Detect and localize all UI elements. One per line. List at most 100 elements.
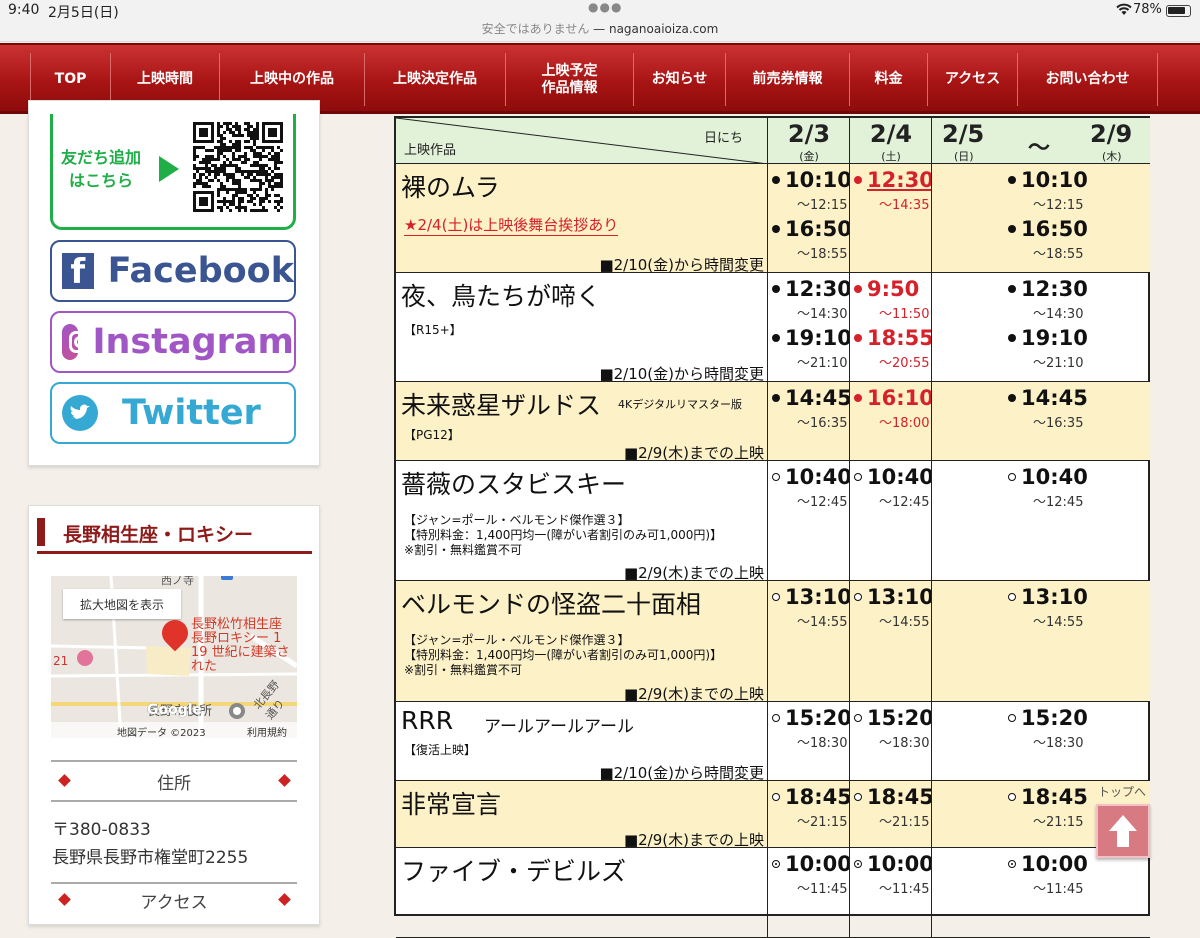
showtime-end: ～12:45: [797, 495, 848, 510]
nav-item[interactable]: アクセス: [928, 53, 1018, 106]
date-label: 日にち: [704, 131, 744, 146]
event-note[interactable]: ★2/4(土)は上映後舞台挨拶あり: [404, 214, 619, 236]
showtime-start[interactable]: 15:20: [1021, 706, 1088, 730]
nav-item[interactable]: 上映予定 作品情報: [506, 53, 634, 106]
showtime-start[interactable]: 10:00: [785, 852, 849, 876]
showtime-marker-icon: [854, 394, 862, 402]
twitter-button[interactable]: Twitter: [50, 382, 296, 444]
nav-item[interactable]: 料金: [850, 53, 928, 106]
col2-day: (土): [881, 150, 901, 163]
film-title[interactable]: RRR: [401, 706, 453, 735]
film-cell[interactable]: 薔薇のスタビスキー【ジャン=ポール・ベルモンド傑作選３】 【特別料金：1,400…: [396, 461, 768, 581]
showtime-start[interactable]: 10:40: [785, 465, 849, 489]
film-cell[interactable]: 未来惑星ザルドス 4Kデジタルリマスター版 【PG12】 ■2/9(木)までの上映: [396, 382, 768, 461]
google-logo: Google: [147, 702, 203, 718]
showtime-start[interactable]: 10:00: [1021, 852, 1088, 876]
nav-item[interactable]: お問い合わせ: [1018, 53, 1158, 106]
showtime-start[interactable]: 16:10: [867, 386, 931, 410]
showtime-end: ～12:15: [1033, 198, 1084, 213]
showtime-end: ～11:45: [797, 882, 848, 897]
showtime-marker-icon: [772, 473, 780, 481]
showtime-start[interactable]: 12:30: [785, 277, 849, 301]
address-bar[interactable]: 安全ではありません — naganoaioiza.com: [0, 20, 1200, 37]
showtime-start[interactable]: 15:20: [867, 706, 931, 730]
showtime-marker-icon: [854, 714, 862, 722]
more-dots-icon[interactable]: ●●●: [588, 0, 622, 14]
showtime-end: ～14:55: [1033, 615, 1084, 630]
showtime-marker-icon: [1008, 593, 1016, 601]
film-note: 【ジャン=ポール・ベルモンド傑作選３】 【特別料金：1,400円均一(障がい者割…: [404, 513, 723, 557]
nav-item[interactable]: お知らせ: [634, 53, 726, 106]
route-number: 21: [53, 654, 69, 668]
film-cell[interactable]: RRR アールアールアール 【復活上映】 ■2/10(金)から時間変更: [396, 702, 768, 781]
showtime-end: ～12:45: [1033, 495, 1084, 510]
film-title[interactable]: 薔薇のスタビスキー: [401, 465, 626, 501]
address-heading: 住所: [157, 774, 191, 794]
film-title[interactable]: 非常宣言: [401, 785, 501, 821]
map-terms-link[interactable]: 利用規約: [247, 724, 287, 738]
showtime-start[interactable]: 13:10: [785, 585, 849, 609]
showtime-end: ～21:10: [1033, 356, 1084, 371]
film-cell[interactable]: 裸のムラ ★2/4(土)は上映後舞台挨拶あり ■2/10(金)から時間変更: [396, 164, 768, 273]
showtime-start[interactable]: 19:10: [785, 326, 849, 350]
film-title[interactable]: ファイブ・デビルズ: [401, 852, 626, 888]
showtime-start[interactable]: 16:50: [785, 217, 849, 241]
film-note: 【PG12】: [404, 428, 460, 442]
instagram-icon: [62, 324, 91, 360]
showtime-end: ～14:30: [1033, 307, 1084, 322]
facebook-button[interactable]: f Facebook: [50, 240, 296, 302]
showtime-end: ～18:55: [1033, 247, 1084, 262]
showtime-marker-icon: [1008, 473, 1016, 481]
schedule-table: 上映作品 日にち 2/3 (金) 2/4 (土) 2/5 (日) ～ 2/9 (…: [394, 116, 1150, 938]
showtime-cell: 10:40 ～12:45: [850, 461, 932, 581]
showtime-end: ～20:55: [879, 356, 930, 371]
showtime-start[interactable]: 10:10: [785, 168, 849, 192]
showtime-start[interactable]: 18:45: [785, 785, 849, 809]
showtime-start[interactable]: 10:40: [1021, 465, 1088, 489]
showtime-start[interactable]: 13:10: [1021, 585, 1088, 609]
nav-item[interactable]: 上映中の作品: [220, 53, 365, 106]
film-cell[interactable]: 夜、鳥たちが啼く 【R15+】 ■2/10(金)から時間変更: [396, 273, 768, 382]
nav-item[interactable]: 上映時間: [111, 53, 220, 106]
status-bar: 9:40 2月5日(日) ●●● 安全ではありません — naganoaioiz…: [0, 0, 1200, 42]
showtime-start[interactable]: 14:45: [785, 386, 849, 410]
film-title[interactable]: 未来惑星ザルドス: [401, 386, 601, 422]
film-title[interactable]: 夜、鳥たちが啼く: [401, 277, 601, 313]
showtime-start[interactable]: 18:45: [867, 785, 931, 809]
film-note: 【復活上映】: [404, 743, 477, 757]
google-map[interactable]: 西ノ寺 拡大地図を表示 長野松竹相生座 長野ロキシー 1 19 世紀に建築された…: [51, 576, 297, 738]
film-cell[interactable]: ファイブ・デビルズ: [396, 848, 768, 938]
showtime-start[interactable]: 18:55: [867, 326, 931, 350]
col2-date: 2/4: [869, 120, 913, 148]
showtime-cell: 14:45 ～16:35: [932, 382, 1150, 461]
film-title[interactable]: ベルモンドの怪盗二十面相: [401, 585, 701, 621]
showtime-start[interactable]: 9:50: [867, 277, 919, 301]
showtime-start[interactable]: 14:45: [1021, 386, 1088, 410]
url-text: naganoaioiza.com: [608, 22, 719, 36]
nav-item[interactable]: TOP: [31, 53, 111, 106]
showtime-start[interactable]: 10:10: [1021, 168, 1088, 192]
nav-item[interactable]: 上映決定作品: [365, 53, 506, 106]
showtime-start[interactable]: 16:50: [1021, 217, 1088, 241]
film-title[interactable]: 裸のムラ: [401, 168, 500, 204]
showtime-start[interactable]: 10:00: [867, 852, 931, 876]
schedule-change-note: ■2/9(木)までの上映: [623, 685, 764, 702]
back-to-top-button[interactable]: [1096, 804, 1150, 858]
nav-item[interactable]: 前売券情報: [726, 53, 850, 106]
showtime-start[interactable]: 18:45: [1021, 785, 1088, 809]
showtime-start[interactable]: 10:40: [867, 465, 931, 489]
line-friend-box[interactable]: 友だち追加 はこちら: [50, 114, 296, 230]
showtime-start[interactable]: 12:30: [867, 168, 931, 192]
showtime-start[interactable]: 15:20: [785, 706, 849, 730]
film-cell[interactable]: ベルモンドの怪盗二十面相【ジャン=ポール・ベルモンド傑作選３】 【特別料金：1,…: [396, 581, 768, 702]
showtime-marker-icon: [1008, 334, 1016, 342]
film-cell[interactable]: 非常宣言 ■2/9(木)までの上映: [396, 781, 768, 848]
enlarge-map-button[interactable]: 拡大地図を表示: [63, 589, 181, 619]
film-note: 【R15+】: [404, 323, 462, 337]
showtime-start[interactable]: 12:30: [1021, 277, 1088, 301]
showtime-start[interactable]: 13:10: [867, 585, 931, 609]
instagram-button[interactable]: Instagram: [50, 311, 296, 373]
showtime-marker-icon: [854, 793, 862, 801]
showtime-start[interactable]: 19:10: [1021, 326, 1088, 350]
film-note: 【ジャン=ポール・ベルモンド傑作選３】 【特別料金：1,400円均一(障がい者割…: [404, 633, 723, 677]
